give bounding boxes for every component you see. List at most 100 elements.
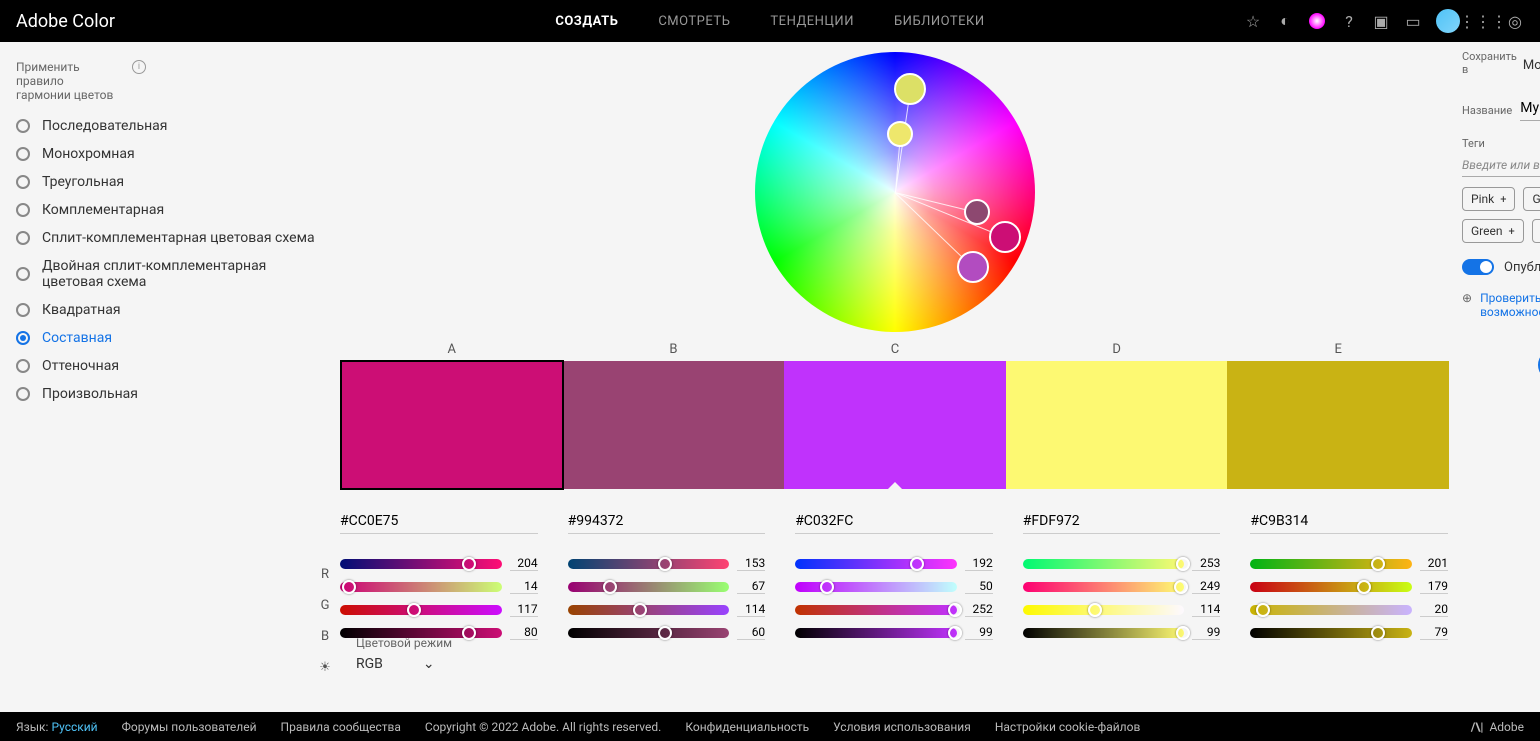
star-icon[interactable]: ☆ — [1244, 12, 1262, 30]
globe-icon: ⊕ — [1462, 291, 1472, 305]
g-1-value[interactable] — [737, 579, 765, 594]
g-3-value[interactable] — [1192, 579, 1220, 594]
info-icon[interactable]: i — [132, 60, 146, 74]
b-1-slider[interactable] — [568, 605, 730, 615]
bright-4-value[interactable] — [1420, 625, 1448, 640]
g-4-slider[interactable] — [1250, 582, 1412, 592]
wheel-handle-1[interactable] — [887, 121, 913, 147]
b-3-value[interactable] — [1192, 602, 1220, 617]
harmony-rule-0[interactable]: Последовательная — [16, 118, 324, 134]
b-2-value[interactable] — [965, 602, 993, 617]
g-2-slider[interactable] — [795, 582, 957, 592]
tag-green[interactable]: Green+ — [1462, 219, 1524, 243]
tag-gold[interactable]: Gold+ — [1532, 219, 1540, 243]
harmony-rule-1[interactable]: Монохромная — [16, 146, 324, 162]
footer-community-rules[interactable]: Правила сообщества — [281, 720, 401, 734]
nav-explore[interactable]: СМОТРЕТЬ — [658, 14, 730, 29]
publish-toggle[interactable] — [1462, 259, 1494, 275]
adobe-logo-icon: /\| — [1471, 720, 1484, 734]
bright-2-slider[interactable] — [795, 628, 957, 638]
contrast-icon[interactable]: ◐ — [1276, 12, 1294, 30]
apps-icon[interactable]: ⋮⋮⋮ — [1474, 12, 1492, 30]
harmony-rule-9[interactable]: Произвольная — [16, 386, 324, 402]
r-0-value[interactable] — [510, 556, 538, 571]
bright-1-slider[interactable] — [568, 628, 730, 638]
b-0-slider[interactable] — [340, 605, 502, 615]
avatar[interactable] — [1436, 9, 1460, 33]
b-1-value[interactable] — [737, 602, 765, 617]
suggested-tags: Pink+Girl+Purple+Green+Gold+ — [1462, 187, 1540, 243]
r-2-value[interactable] — [965, 556, 993, 571]
help-icon[interactable]: ? — [1340, 12, 1358, 30]
theme-name-input[interactable] — [1520, 96, 1540, 121]
nav-create[interactable]: СОЗДАТЬ — [555, 14, 618, 29]
color-wheel[interactable] — [755, 52, 1035, 332]
footer-cookies[interactable]: Настройки cookie-файлов — [995, 720, 1141, 734]
hex-input-1[interactable] — [568, 509, 766, 534]
tag-pink[interactable]: Pink+ — [1462, 187, 1515, 211]
wheel-handle-3[interactable] — [957, 251, 989, 283]
tag-girl[interactable]: Girl+ — [1523, 187, 1540, 211]
harmony-rule-4[interactable]: Сплит-комплементарная цветовая схема — [16, 230, 324, 246]
hex-input-3[interactable] — [1023, 509, 1221, 534]
harmony-rule-5[interactable]: Двойная сплит-комплементарная цветовая с… — [16, 258, 324, 290]
accessibility-link[interactable]: ⊕ Проверить специальные возможности — [1462, 291, 1540, 319]
cc-icon[interactable]: ◎ — [1506, 12, 1524, 30]
bright-1-value[interactable] — [737, 625, 765, 640]
swatch-4[interactable] — [1227, 361, 1449, 489]
harmony-rule-2[interactable]: Треугольная — [16, 174, 324, 190]
r-3-value[interactable] — [1192, 556, 1220, 571]
hex-input-2[interactable] — [795, 509, 993, 534]
bright-0-value[interactable] — [510, 625, 538, 640]
r-4-value[interactable] — [1420, 556, 1448, 571]
harmony-rule-3[interactable]: Комплементарная — [16, 202, 324, 218]
color-mode-select[interactable]: RGB ⌄ — [356, 656, 452, 672]
r-1-value[interactable] — [737, 556, 765, 571]
wheel-handle-4[interactable] — [989, 221, 1021, 253]
b-2-slider[interactable] — [795, 605, 957, 615]
tags-input[interactable] — [1462, 154, 1540, 177]
chat-icon[interactable]: ▭ — [1404, 12, 1422, 30]
harmony-rule-7[interactable]: Составная — [16, 330, 324, 346]
nav-trends[interactable]: ТЕНДЕНЦИИ — [770, 14, 854, 29]
lang-link[interactable]: Русский — [51, 720, 97, 734]
g-2-value[interactable] — [965, 579, 993, 594]
hex-input-0[interactable] — [340, 509, 538, 534]
swatch-2[interactable] — [784, 361, 1006, 489]
footer-privacy[interactable]: Конфиденциальность — [685, 720, 809, 734]
footer-terms[interactable]: Условия использования — [833, 720, 971, 734]
b-4-slider[interactable] — [1250, 605, 1412, 615]
b-0-value[interactable] — [510, 602, 538, 617]
bright-3-value[interactable] — [1192, 625, 1220, 640]
color-column-3 — [1023, 509, 1221, 675]
footer-forums[interactable]: Форумы пользователей — [122, 720, 257, 734]
g-3-slider[interactable] — [1023, 582, 1185, 592]
b-3-slider[interactable] — [1023, 605, 1185, 615]
book-icon[interactable]: ▣ — [1372, 12, 1390, 30]
g-0-value[interactable] — [510, 579, 538, 594]
nav-libraries[interactable]: БИБЛИОТЕКИ — [894, 14, 985, 29]
r-3-slider[interactable] — [1023, 559, 1185, 569]
harmony-rule-8[interactable]: Оттеночная — [16, 358, 324, 374]
library-dropdown[interactable]: Мои библио... — [1523, 58, 1540, 73]
hex-input-4[interactable] — [1250, 509, 1448, 534]
r-0-slider[interactable] — [340, 559, 502, 569]
r-2-slider[interactable] — [795, 559, 957, 569]
swatch-3[interactable] — [1006, 361, 1228, 489]
wheel-handle-2[interactable] — [964, 199, 990, 225]
swatch-0[interactable] — [341, 361, 563, 489]
bright-2-value[interactable] — [965, 625, 993, 640]
bright-4-slider[interactable] — [1250, 628, 1412, 638]
swatch-1[interactable] — [563, 361, 785, 489]
color-wheel-icon[interactable] — [1308, 12, 1326, 30]
radio-label: Комплементарная — [42, 202, 164, 218]
bright-3-slider[interactable] — [1023, 628, 1185, 638]
g-1-slider[interactable] — [568, 582, 730, 592]
wheel-handle-0[interactable] — [894, 73, 926, 105]
harmony-rule-6[interactable]: Квадратная — [16, 302, 324, 318]
g-0-slider[interactable] — [340, 582, 502, 592]
b-4-value[interactable] — [1420, 602, 1448, 617]
r-4-slider[interactable] — [1250, 559, 1412, 569]
r-1-slider[interactable] — [568, 559, 730, 569]
g-4-value[interactable] — [1420, 579, 1448, 594]
